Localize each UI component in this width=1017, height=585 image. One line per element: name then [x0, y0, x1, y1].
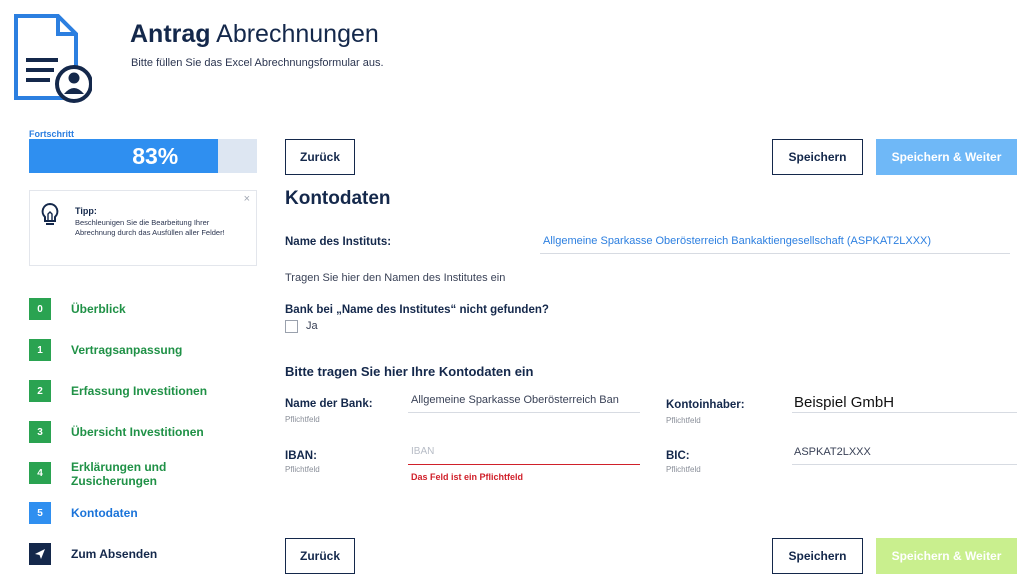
step-number: 3	[29, 421, 51, 443]
institute-hint: Tragen Sie hier den Namen des Institutes…	[285, 272, 506, 284]
step-number: 1	[29, 339, 51, 361]
send-icon	[29, 543, 51, 565]
document-user-icon	[12, 12, 93, 104]
step-account-data[interactable]: 5 Kontodaten	[29, 502, 221, 524]
page-title: Antrag Abrechnungen	[130, 20, 379, 48]
page-subtitle: Bitte füllen Sie das Excel Abrechnungsfo…	[131, 57, 384, 69]
step-label: Erklärungen und Zusicherungen	[71, 460, 167, 488]
bic-field[interactable]: ASPKAT2LXXX	[794, 446, 871, 458]
save-and-continue-button[interactable]: Speichern & Weiter	[876, 538, 1017, 574]
step-label: Überblick	[71, 302, 126, 316]
account-data-heading: Bitte tragen Sie hier Ihre Kontodaten ei…	[285, 364, 534, 379]
progress-bar: 83%	[29, 139, 257, 173]
step-label: Übersicht Investitionen	[71, 425, 204, 439]
section-title: Kontodaten	[285, 188, 391, 209]
step-label: Kontodaten	[71, 506, 138, 520]
back-button[interactable]: Zurück	[285, 139, 355, 175]
step-number: 5	[29, 502, 51, 524]
tip-text: Beschleunigen Sie die Bearbeitung Ihrer …	[75, 218, 225, 237]
account-holder-label: Kontoinhaber:	[666, 399, 745, 411]
step-number: 0	[29, 298, 51, 320]
account-holder-field[interactable]: Beispiel GmbH	[794, 394, 894, 411]
required-note: Pflichtfeld	[666, 416, 701, 425]
step-submit[interactable]: Zum Absenden	[29, 543, 221, 565]
iban-error-message: Das Feld ist ein Pflichtfeld	[411, 472, 524, 482]
step-investment-overview[interactable]: 3 Übersicht Investitionen	[29, 421, 221, 443]
save-and-continue-button[interactable]: Speichern & Weiter	[876, 139, 1017, 175]
step-label: Zum Absenden	[71, 547, 158, 561]
step-capture-investments[interactable]: 2 Erfassung Investitionen	[29, 380, 221, 402]
tip-box: × Tipp: Beschleunigen Sie die Bearbeitun…	[29, 190, 257, 266]
bank-name-label: Name der Bank:	[285, 398, 373, 410]
bank-not-found-label: Bank bei „Name des Institutes“ nicht gef…	[285, 304, 549, 316]
iban-underline	[408, 464, 640, 465]
iban-field[interactable]: IBAN	[411, 446, 434, 457]
required-note: Pflichtfeld	[285, 415, 320, 424]
step-label: Vertragsanpassung	[71, 343, 183, 357]
step-overview[interactable]: 0 Überblick	[29, 298, 221, 320]
account-holder-underline	[792, 412, 1017, 413]
save-button[interactable]: Speichern	[772, 139, 863, 175]
required-note: Pflichtfeld	[285, 465, 320, 474]
step-declarations[interactable]: 4 Erklärungen und Zusicherungen	[29, 460, 221, 488]
step-label: Erfassung Investitionen	[71, 384, 208, 398]
progress-value: 83%	[132, 143, 179, 169]
bank-name-field[interactable]: Allgemeine Sparkasse Oberösterreich Ban	[411, 394, 619, 406]
save-button[interactable]: Speichern	[772, 538, 863, 574]
step-number: 2	[29, 380, 51, 402]
bank-not-found-checkbox[interactable]	[285, 320, 298, 333]
checkbox-label: Ja	[306, 320, 318, 332]
iban-label: IBAN:	[285, 450, 317, 462]
close-icon[interactable]: ×	[244, 193, 250, 205]
lightbulb-icon	[40, 202, 60, 228]
tip-title: Tipp:	[75, 206, 97, 216]
institute-label: Name des Instituts:	[285, 236, 392, 248]
bank-name-underline	[408, 412, 640, 413]
back-button[interactable]: Zurück	[285, 538, 355, 574]
step-contract-adjustment[interactable]: 1 Vertragsanpassung	[29, 339, 221, 361]
progress-fill: 83%	[29, 139, 219, 173]
bic-label: BIC:	[666, 450, 690, 462]
institute-underline	[540, 253, 1010, 254]
institute-field[interactable]: Allgemeine Sparkasse Oberösterreich Bank…	[543, 235, 931, 247]
required-note: Pflichtfeld	[666, 465, 701, 474]
progress-label: Fortschritt	[29, 129, 74, 139]
step-number: 4	[29, 462, 51, 484]
bic-underline	[792, 464, 1017, 465]
